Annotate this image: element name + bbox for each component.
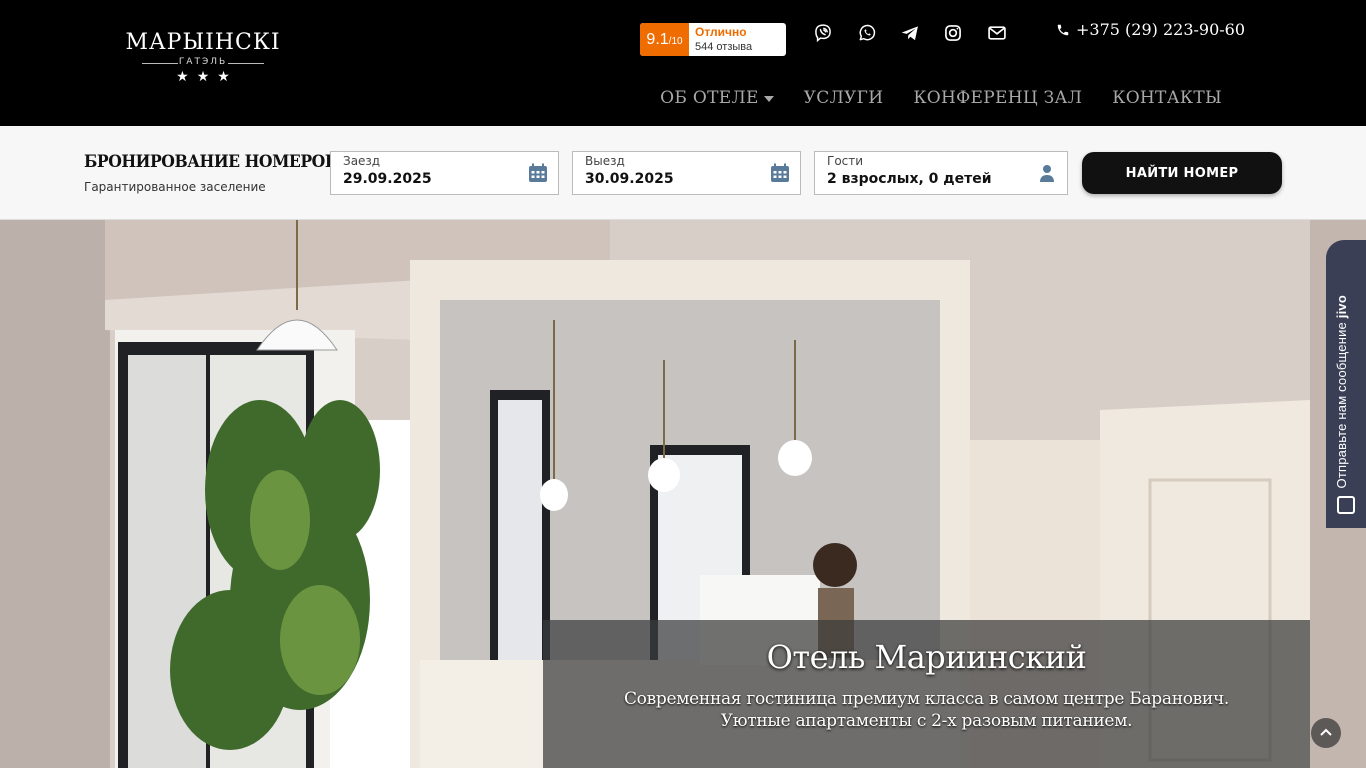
rating-count: 544 отзыва: [695, 41, 753, 53]
user-icon: [1040, 165, 1054, 182]
rating-label: Отлично: [695, 25, 747, 39]
caret-down-icon: [763, 95, 774, 102]
instagram-icon[interactable]: [941, 22, 965, 44]
hero-title: Отель Мариинский: [766, 638, 1087, 676]
mail-icon[interactable]: [985, 22, 1009, 44]
hero-text: Современная гостиница премиум класса в с…: [623, 689, 1230, 731]
phone-icon: [1057, 24, 1069, 35]
chevron-up-icon: [1320, 728, 1332, 736]
hotel-logo[interactable]: МАРЫІНСКІ ГАТЭЛЬ ★★★: [118, 30, 288, 94]
chat-label: Отправьте нам сообщение jivo: [1334, 294, 1349, 488]
hero-banner: Отель Мариинский Современная гостиница п…: [0, 220, 1366, 768]
logo-subtitle: ГАТЭЛЬ: [118, 57, 288, 67]
scroll-top-button[interactable]: [1311, 718, 1341, 748]
nav-about[interactable]: ОБ ОТЕЛЕ: [660, 88, 774, 108]
nav-conference[interactable]: КОНФЕРЕНЦ ЗАЛ: [913, 88, 1082, 108]
calendar-icon: [771, 163, 789, 182]
viber-icon[interactable]: [811, 22, 835, 44]
site-header: МАРЫІНСКІ ГАТЭЛЬ ★★★ 9.1/10 Отлично 544 …: [0, 0, 1366, 126]
booking-bar: БРОНИРОВАНИЕ НОМЕРОВ Гарантированное зас…: [0, 126, 1366, 220]
main-nav: ОБ ОТЕЛЕ УСЛУГИ КОНФЕРЕНЦ ЗАЛ КОНТАКТЫ: [660, 88, 1222, 108]
guests-field[interactable]: Гости 2 взрослых, 0 детей: [814, 151, 1068, 195]
nav-contacts[interactable]: КОНТАКТЫ: [1112, 88, 1222, 108]
logo-stars: ★★★: [176, 69, 238, 85]
whatsapp-icon[interactable]: [855, 22, 879, 44]
booking-subtitle: Гарантированное заселение: [84, 180, 266, 194]
nav-services[interactable]: УСЛУГИ: [804, 88, 884, 108]
telegram-icon[interactable]: [898, 22, 922, 44]
booking-title: БРОНИРОВАНИЕ НОМЕРОВ: [84, 152, 338, 172]
checkin-field[interactable]: Заезд 29.09.2025: [330, 151, 559, 195]
phone-link[interactable]: +375 (29) 223-90-60: [1056, 20, 1245, 39]
hero-caption: Отель Мариинский Современная гостиница п…: [543, 620, 1310, 768]
checkout-field[interactable]: Выезд 30.09.2025: [572, 151, 801, 195]
chat-icon: [1337, 496, 1355, 514]
rating-score: 9.1/10: [640, 23, 689, 56]
jivo-chat-tab[interactable]: Отправьте нам сообщение jivo: [1326, 240, 1366, 528]
logo-name: МАРЫІНСКІ: [125, 30, 281, 55]
rating-badge[interactable]: 9.1/10 Отлично 544 отзыва: [640, 23, 786, 56]
find-room-button[interactable]: НАЙТИ НОМЕР: [1082, 152, 1282, 194]
calendar-icon: [529, 163, 547, 182]
